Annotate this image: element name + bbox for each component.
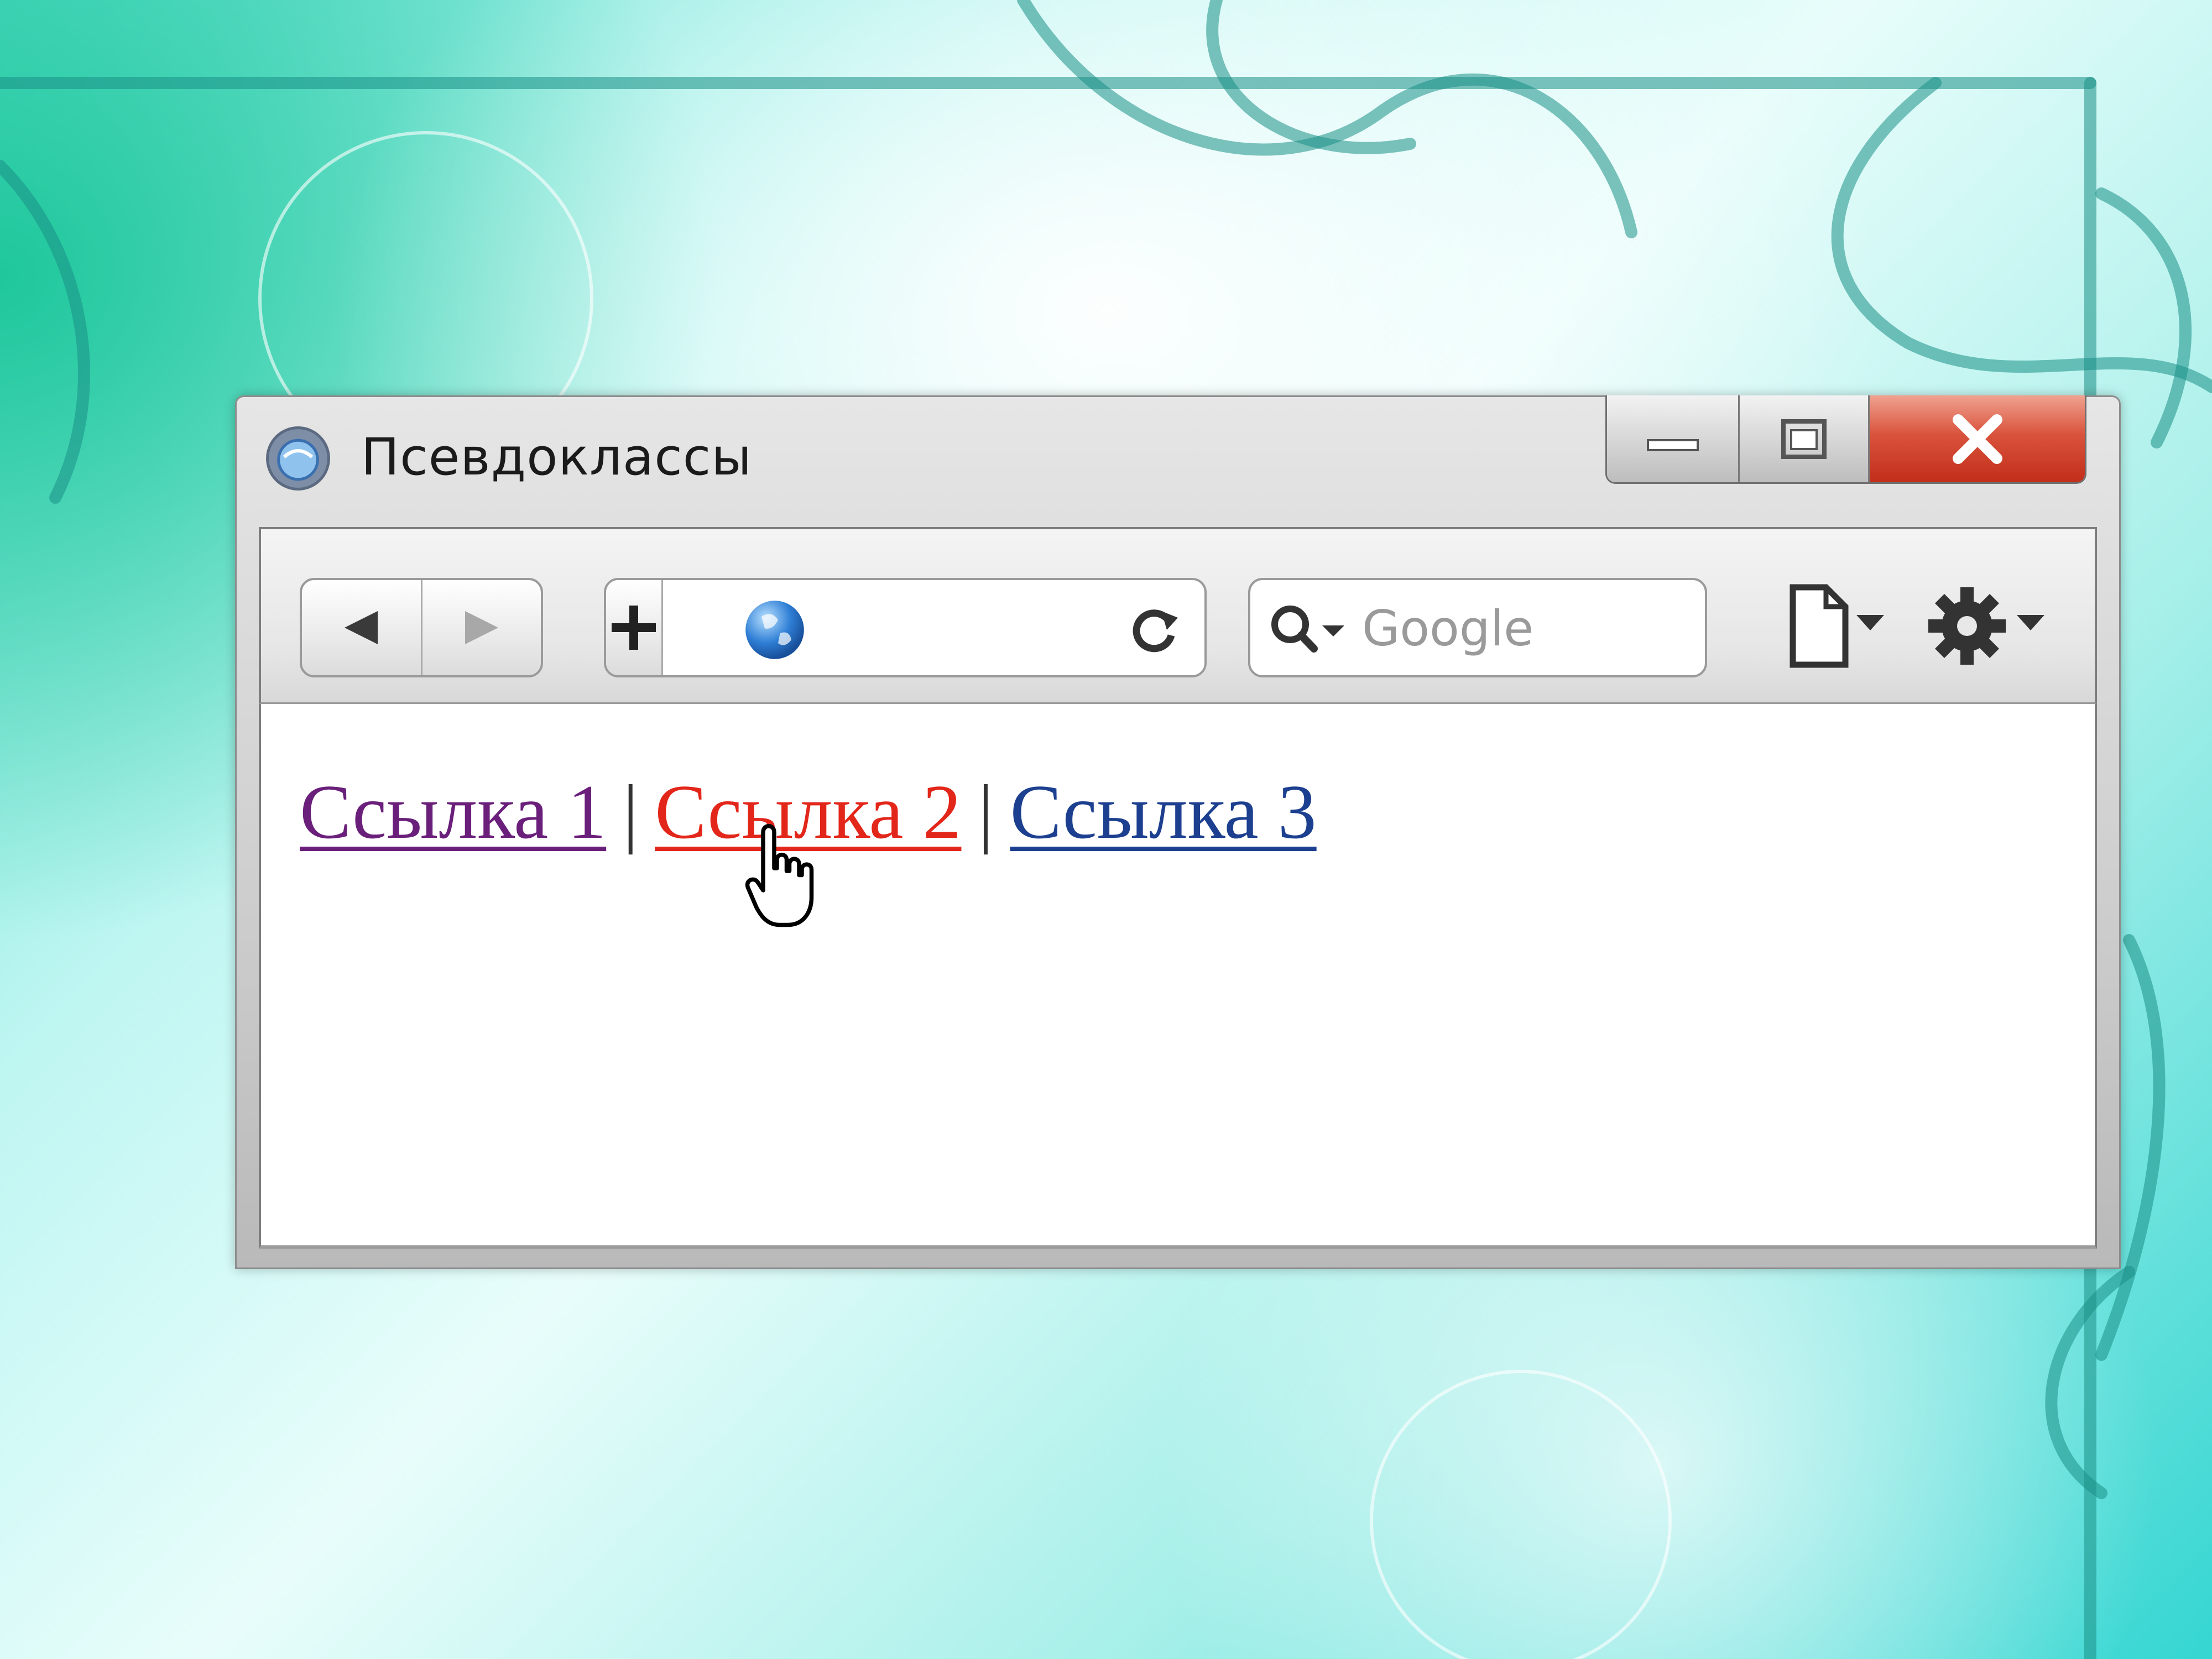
window-controls — [1605, 395, 2086, 484]
plus-icon — [612, 606, 656, 650]
window-title: Псевдоклассы — [361, 427, 753, 487]
back-button[interactable] — [302, 580, 421, 675]
search-input[interactable] — [1361, 580, 1695, 675]
reload-icon[interactable] — [1127, 601, 1182, 656]
navigation-buttons — [300, 578, 543, 677]
forward-button[interactable] — [420, 580, 541, 675]
link-separator: | — [623, 769, 639, 855]
page-content: Ссылка 1 | Ссылка 2 | Ссылка 3 — [259, 704, 2097, 1249]
page-menu-icon[interactable] — [1782, 582, 1887, 670]
back-arrow-icon — [345, 611, 378, 644]
search-box — [1248, 578, 1707, 677]
gear-icon[interactable] — [1926, 582, 2047, 670]
maximize-button[interactable] — [1740, 395, 1870, 482]
browser-window: Псевдоклассы Google Ссылка 1 | Ссылка 2 … — [235, 395, 2121, 1269]
globe-icon — [745, 601, 804, 659]
hand-cursor-icon — [745, 824, 814, 927]
minimize-button[interactable] — [1607, 395, 1740, 482]
browser-toolbar — [259, 527, 2097, 704]
forward-arrow-icon — [465, 611, 498, 644]
browser-app-icon — [266, 426, 330, 491]
link-3[interactable]: Ссылка 3 — [1010, 769, 1316, 855]
link-1[interactable]: Ссылка 1 — [300, 769, 606, 855]
close-button[interactable] — [1870, 395, 2085, 482]
close-icon — [1952, 414, 2002, 464]
add-bookmark-button[interactable] — [606, 580, 663, 675]
title-bar[interactable]: Псевдоклассы — [237, 395, 2119, 521]
address-bar — [604, 578, 1207, 677]
maximize-icon — [1781, 419, 1827, 459]
link-separator: | — [978, 769, 994, 855]
search-icon[interactable] — [1267, 601, 1350, 656]
minimize-icon — [1646, 439, 1699, 451]
